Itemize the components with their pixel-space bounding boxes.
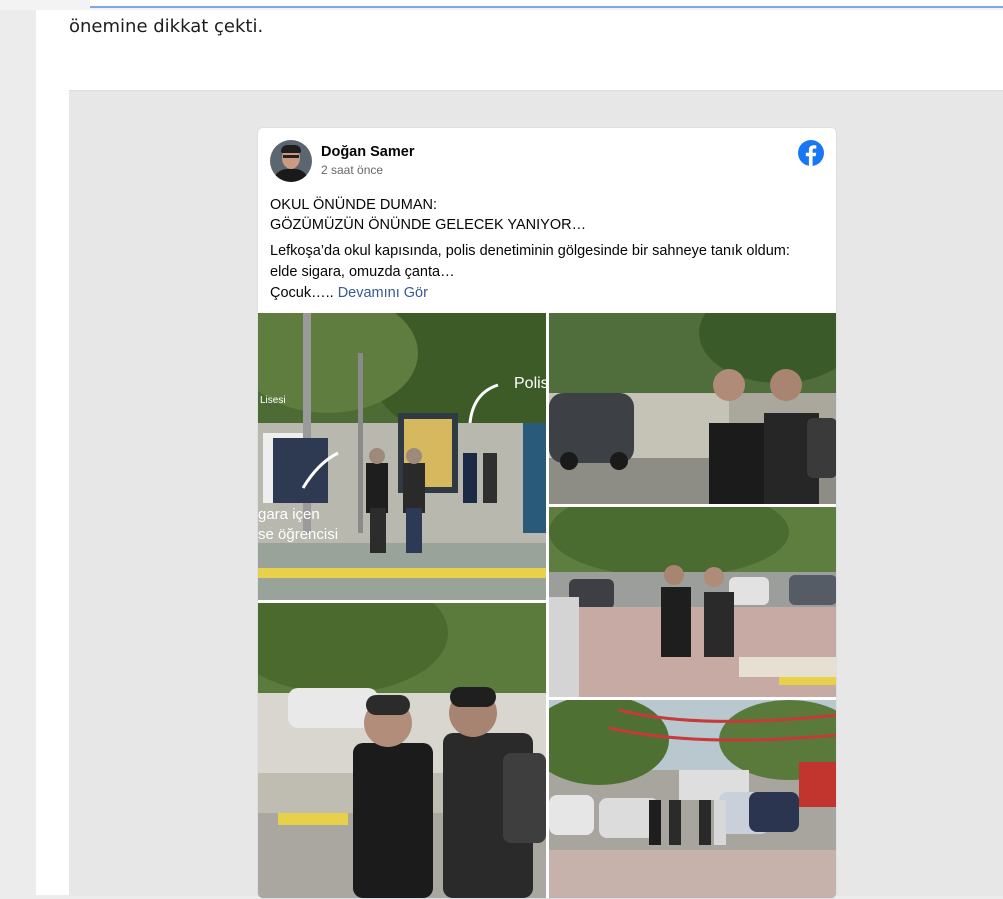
post-body-line: Lefkoşa’da okul kapısında, polis denetim… [270, 243, 790, 259]
address-bar-edge[interactable] [90, 0, 1003, 8]
post-photo-4[interactable] [258, 603, 546, 898]
post-photo-2[interactable] [549, 313, 836, 504]
avatar[interactable] [270, 140, 312, 182]
post-title-line: OKUL ÖNÜNDE DUMAN: [270, 197, 438, 213]
facebook-icon[interactable] [798, 140, 824, 166]
post-photo-3[interactable] [549, 507, 836, 697]
left-gutter [0, 10, 36, 895]
photo-overlay-label: Lisesi [260, 395, 286, 406]
photo-overlay-label: se öğrencisi [258, 526, 338, 543]
post-title: OKUL ÖNÜNDE DUMAN: GÖZÜMÜZÜN ÖNÜNDE GELE… [270, 195, 820, 235]
facebook-post-card: Doğan Samer 2 saat önce OKUL ÖNÜNDE DUMA… [257, 127, 837, 899]
post-body-line: elde sigara, omuzda çanta… [270, 264, 455, 280]
browser-top-strip [0, 0, 1003, 10]
article-content: önemine dikkat çekti. Doğan Samer 2 saat… [36, 10, 1003, 899]
post-author-name[interactable]: Doğan Samer [321, 144, 414, 160]
article-paragraph: önemine dikkat çekti. [69, 16, 264, 37]
post-body-line: Çocuk….. Devamını Gör [270, 283, 825, 304]
post-photo-5[interactable] [549, 700, 836, 898]
post-body: Lefkoşa’da okul kapısında, polis denetim… [270, 241, 825, 304]
post-title-line: GÖZÜMÜZÜN ÖNÜNDE GELECEK YANIYOR… [270, 217, 587, 233]
post-timestamp[interactable]: 2 saat önce [321, 163, 383, 177]
facebook-embed-container: Doğan Samer 2 saat önce OKUL ÖNÜNDE DUMA… [69, 90, 1003, 899]
post-photo-1[interactable]: Polis Lisesi gara içen se öğrencisi [258, 313, 546, 600]
post-body-line-text: Çocuk….. [270, 285, 334, 301]
see-more-link[interactable]: Devamını Gör [338, 285, 428, 301]
photo-overlay-label: Polis [514, 375, 546, 392]
photo-overlay-label: gara içen [258, 506, 320, 523]
